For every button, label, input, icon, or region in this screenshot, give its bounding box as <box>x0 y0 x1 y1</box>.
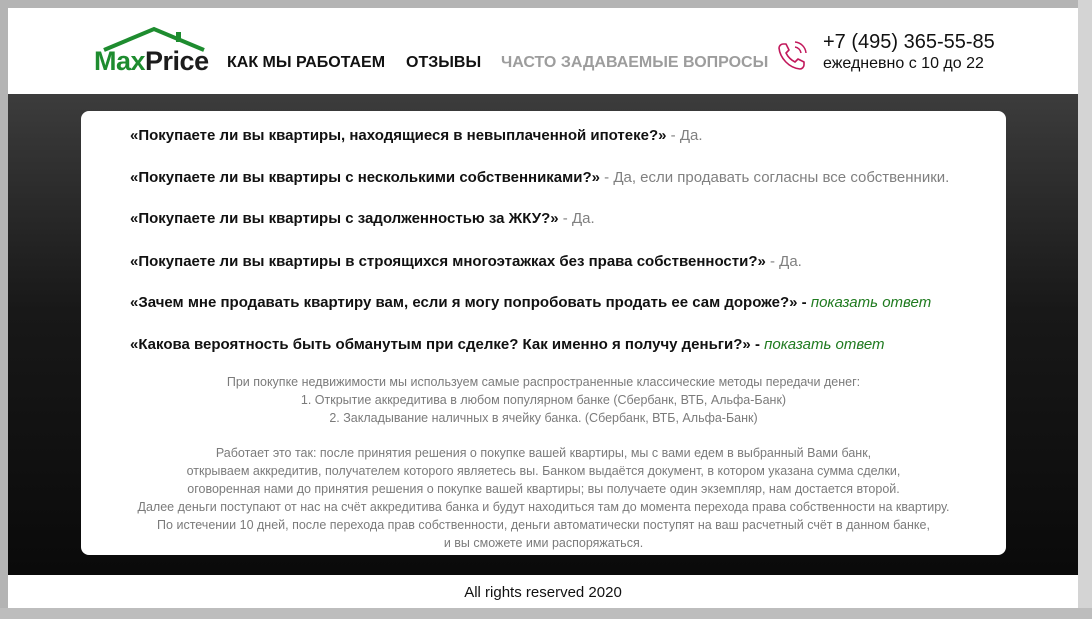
faq-separator: - <box>797 294 811 311</box>
nav-reviews[interactable]: ОТЗЫВЫ <box>406 54 481 72</box>
text-line: оговоренная нами до принятия решения о п… <box>187 482 900 496</box>
text-line: По истечении 10 дней, после перехода пра… <box>157 518 930 532</box>
faq-separator: - <box>666 127 680 144</box>
logo-price-text: Price <box>145 46 209 76</box>
faq-item: «Покупаете ли вы квартиры с несколькими … <box>130 169 949 186</box>
faq-item: «Какова вероятность быть обманутым при с… <box>130 336 885 353</box>
faq-question: «Покупаете ли вы квартиры в строящихся м… <box>130 253 766 270</box>
faq-separator: - <box>599 169 614 186</box>
logo-max-text: Max <box>94 46 146 76</box>
faq-item: «Покупаете ли вы квартиры, находящиеся в… <box>130 127 703 144</box>
faq-answer: Да, если продавать согласны все собствен… <box>613 169 950 186</box>
text-line: открываем аккредитив, получателем которо… <box>186 464 901 478</box>
text-line: Далее деньги поступают от нас на счёт ак… <box>137 500 950 514</box>
window-edge-bottom <box>0 608 1092 619</box>
logo-wordmark: MaxPrice <box>94 46 209 76</box>
payment-process-text: Работает это так: после принятия решения… <box>81 444 1006 552</box>
text-line: 2. Закладывание наличных в ячейку банка.… <box>329 411 758 425</box>
faq-item: «Зачем мне продавать квартиру вам, если … <box>130 294 931 311</box>
faq-answer: Да. <box>679 127 703 144</box>
faq-item: «Покупаете ли вы квартиры в строящихся м… <box>130 253 802 270</box>
faq-answer: Да. <box>571 210 595 227</box>
text-line: 1. Открытие аккредитива в любом популярн… <box>300 393 787 407</box>
phone-number[interactable]: +7 (495) 365-55-85 <box>823 31 995 54</box>
site-header: MaxPrice КАК МЫ РАБОТАЕМ ОТЗЫВЫ ЧАСТО ЗА… <box>8 8 1078 94</box>
faq-question: «Покупаете ли вы квартиры с задолженност… <box>130 210 559 227</box>
copyright-text: All rights reserved 2020 <box>464 584 622 601</box>
faq-item: «Покупаете ли вы квартиры с задолженност… <box>130 210 595 227</box>
faq-question: «Покупаете ли вы квартиры с несколькими … <box>130 169 600 186</box>
faq-separator: - <box>765 253 780 270</box>
faq-answer: Да. <box>779 253 802 270</box>
faq-separator: - <box>558 210 572 227</box>
faq-question: «Зачем мне продавать квартиру вам, если … <box>130 294 798 311</box>
text-line: Работает это так: после принятия решения… <box>215 446 872 460</box>
page: MaxPrice КАК МЫ РАБОТАЕМ ОТЗЫВЫ ЧАСТО ЗА… <box>8 8 1078 608</box>
faq-separator: - <box>750 336 765 353</box>
text-line: и вы сможете ими распоряжаться. <box>443 536 644 550</box>
working-hours: ежедневно с 10 до 22 <box>823 55 984 72</box>
nav-faq[interactable]: ЧАСТО ЗАДАВАЕМЫЕ ВОПРОСЫ <box>501 54 768 72</box>
site-footer: All rights reserved 2020 <box>8 575 1078 608</box>
nav-how-we-work[interactable]: КАК МЫ РАБОТАЕМ <box>227 54 385 72</box>
phone-icon <box>774 38 810 74</box>
faq-question: «Какова вероятность быть обманутым при с… <box>130 336 751 353</box>
faq-question: «Покупаете ли вы квартиры, находящиеся в… <box>130 127 667 144</box>
maxprice-logo[interactable]: MaxPrice <box>94 26 216 78</box>
window-edge-right <box>1078 0 1092 619</box>
payment-methods-text: При покупке недвижимости мы используем с… <box>81 373 1006 427</box>
show-answer-link[interactable]: показать ответ <box>811 294 931 311</box>
show-answer-link[interactable]: показать ответ <box>764 336 884 353</box>
text-line: При покупке недвижимости мы используем с… <box>226 375 861 389</box>
